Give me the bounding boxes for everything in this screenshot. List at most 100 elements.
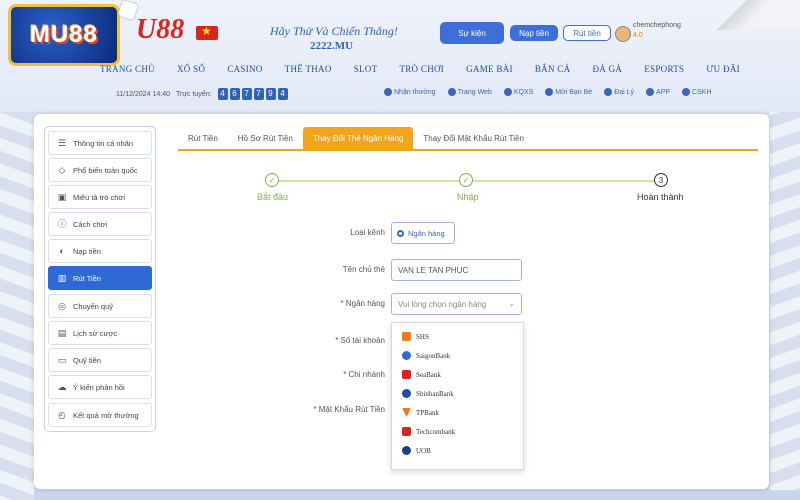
tab-withdraw[interactable]: Rút Tiền [178, 127, 228, 149]
sidebar-item-label: Ý kiến phản hồi [73, 382, 125, 392]
channel-radio-bank[interactable]: Ngân hàng [391, 222, 455, 244]
step-label-start: Bắt đầu [257, 192, 289, 202]
history-doc-icon: ▤ [57, 328, 67, 338]
wallet-icon: ▭ [57, 355, 67, 365]
sidebar-item-label: Phổ biến toàn quốc [73, 165, 138, 175]
diamond-icon: ◇ [58, 165, 66, 175]
balance: 4.0 [633, 32, 643, 39]
online-digit: 9 [265, 88, 276, 100]
channel-label: Loại kênh [350, 228, 385, 237]
step-2-check-icon: ✓ [459, 173, 473, 187]
toplink-label: Nhận thưởng [394, 88, 436, 96]
bank-select[interactable]: Vui lòng chọn ngân hàng ⌄ [391, 293, 522, 315]
online-digit: 4 [277, 88, 288, 100]
bank-option-label: SHS [416, 332, 429, 341]
online-digit: 7 [241, 88, 252, 100]
nav-item-lottery[interactable]: XỔ SỐ [177, 64, 205, 74]
nav-item-cockfight[interactable]: ĐÁ GÀ [592, 64, 622, 74]
site-logo[interactable]: MU88 [8, 4, 120, 66]
bank-option[interactable]: UOB [402, 446, 431, 455]
sidebar-item-draw-results[interactable]: ◴ Kết quả mở thưởng [48, 403, 152, 427]
vietnam-flag-icon [196, 24, 218, 40]
nav-item-home[interactable]: TRANG CHỦ [100, 64, 155, 74]
bank-option[interactable]: SaigonBank [402, 351, 450, 360]
step-1-check-icon: ✓ [265, 173, 279, 187]
logo-text: MU88 [29, 21, 99, 48]
main-nav: TRANG CHỦ XỔ SỐ CASINO THỂ THAO SLOT TRÒ… [100, 64, 740, 74]
nav-item-fishing[interactable]: BẮN CÁ [535, 64, 571, 74]
piggy-bank-icon: ◐ [59, 246, 65, 256]
chevron-down-icon: ⌄ [508, 299, 515, 308]
sidebar-item-withdraw[interactable]: ▥ Rút Tiền [48, 266, 152, 290]
toplink-rewards[interactable]: Nhận thưởng [384, 88, 436, 96]
bank-option[interactable]: SeaBank [402, 370, 441, 379]
nav-item-promotions[interactable]: ƯU ĐÃI [706, 64, 740, 74]
avatar[interactable] [615, 26, 631, 42]
sidebar-item-label: Nạp tiền [73, 246, 101, 256]
toplink-label: CSKH [692, 88, 712, 96]
event-button[interactable]: Sự kiện [440, 22, 504, 44]
nav-item-card-games[interactable]: GAME BÀI [466, 64, 513, 74]
bank-option-label: ShinhanBank [416, 389, 454, 398]
sidebar-item-how-to-play[interactable]: ⓘ Cách chơi [48, 212, 152, 236]
sidebar-item-game-description[interactable]: ▣ Miêu tả trò chơi [48, 185, 152, 209]
toplink-app[interactable]: APP [646, 88, 670, 96]
sidebar-item-bet-history[interactable]: ▤ Lịch sử cược [48, 321, 152, 345]
tpbank-logo-icon [402, 408, 411, 417]
bank-label: * Ngân hàng [340, 299, 385, 308]
sidebar-item-label: Cách chơi [73, 219, 108, 229]
toplink-label: APP [656, 88, 671, 96]
bank-option[interactable]: SHS [402, 332, 429, 341]
step-3-number: 3 [654, 173, 668, 187]
account-number-label: * Số tài khoản [335, 336, 385, 345]
toplink-invite[interactable]: Mời Bạn Bè [545, 88, 592, 96]
online-digit: 6 [229, 88, 240, 100]
bank-option[interactable]: Techcombank [402, 427, 455, 436]
nav-item-slot[interactable]: SLOT [354, 64, 378, 74]
sidebar-item-transfer[interactable]: ◎ Chuyển quỹ [48, 294, 152, 318]
holder-name-field[interactable]: VAN LE TAN PHUC [391, 259, 522, 281]
chart-icon [503, 88, 512, 96]
tab-change-bank-card[interactable]: Thay Đổi Thẻ Ngân Hàng [302, 127, 414, 149]
nav-item-sports[interactable]: THỂ THAO [285, 64, 332, 74]
sidebar-item-label: Quỹ tiền [73, 355, 101, 365]
sidebar-item-popular[interactable]: ◇ Phổ biến toàn quốc [48, 158, 152, 182]
toplink-website[interactable]: Trang Web [447, 88, 492, 96]
bank-option[interactable]: ShinhanBank [402, 389, 454, 398]
sidebar-item-fund[interactable]: ▭ Quỹ tiền [48, 348, 152, 372]
background-decoration-left [0, 112, 34, 500]
withdraw-tabs: Rút Tiền Hồ Sơ Rút Tiền Thay Đổi Thẻ Ngâ… [178, 127, 758, 151]
tab-withdraw-profile[interactable]: Hồ Sơ Rút Tiền [228, 127, 303, 149]
nav-item-games[interactable]: TRÒ CHƠI [399, 64, 444, 74]
bank-option-label: TPBank [416, 408, 439, 417]
toplink-support[interactable]: CSKH [682, 88, 712, 96]
brand-wordmark: U88 [136, 14, 185, 45]
transfer-icon: ◎ [58, 301, 66, 311]
radio-icon [397, 229, 404, 237]
headset-icon [682, 88, 691, 96]
toplink-results[interactable]: KQXS [503, 88, 533, 96]
online-counter: 467794 [217, 88, 290, 100]
clock-icon: ◴ [58, 410, 66, 420]
toplink-agent[interactable]: Đại Lý [604, 88, 634, 96]
tab-change-withdraw-password[interactable]: Thay Đổi Mật Khẩu Rút Tiền [413, 127, 534, 149]
nav-item-casino[interactable]: CASINO [227, 64, 262, 74]
deposit-button[interactable]: Nạp tiền [510, 25, 558, 41]
withdraw-icon: ▥ [57, 273, 67, 283]
feedback-icon: ☁ [57, 382, 67, 392]
bank-option[interactable]: TPBank [402, 408, 439, 417]
sidebar-item-deposit[interactable]: ◐ Nạp tiền [48, 239, 152, 263]
bank-option-label: SaigonBank [416, 351, 451, 360]
site-domain: 2222.MU [310, 40, 354, 52]
sidebar-item-profile[interactable]: ☰ Thông tin cá nhân [48, 131, 152, 155]
background-decoration-right [770, 90, 800, 490]
sidebar-item-feedback[interactable]: ☁ Ý kiến phản hồi [48, 375, 152, 399]
nav-item-esports[interactable]: ESPORTS [644, 64, 684, 74]
withdraw-button[interactable]: Rút tiền [563, 25, 611, 41]
bank-dropdown-list: SHS SaigonBank SeaBank ShinhanBank TPBan… [391, 322, 524, 470]
seabank-logo-icon [402, 370, 411, 379]
top-links: Nhận thưởng Trang Web KQXS Mời Bạn Bè Đạ… [384, 88, 712, 96]
toplink-label: Đại Lý [614, 88, 635, 96]
corner-decoration [690, 0, 800, 30]
sidebar-item-label: Kết quả mở thưởng [73, 410, 139, 420]
